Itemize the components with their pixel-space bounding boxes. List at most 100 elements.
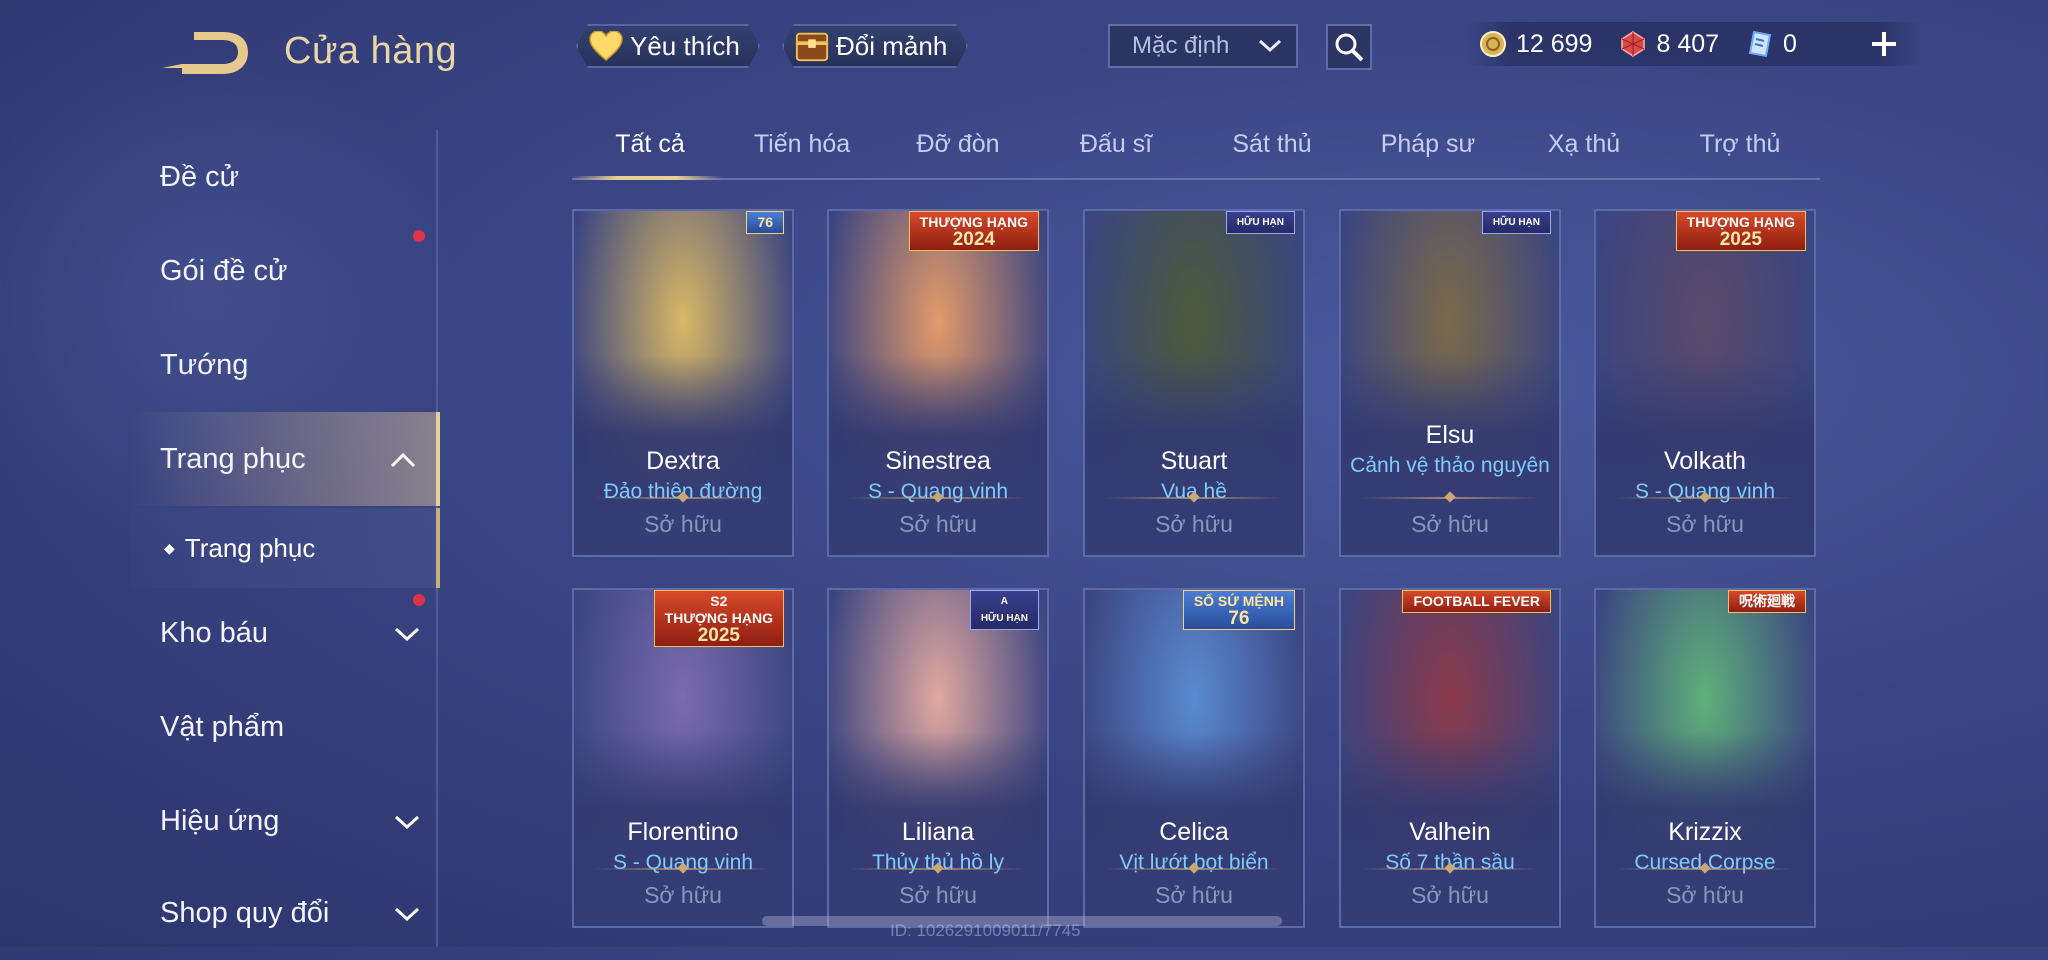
skin-card-celica[interactable]: SỔ SỨ MỆNH76CelicaVịt lướt bọt biểnSở hữ… — [1083, 588, 1305, 928]
skin-card-florentino[interactable]: S2THƯỢNG HẠNG2025FlorentinoS - Quang vin… — [572, 588, 794, 928]
sidebar-item-label: Kho báu — [160, 616, 269, 649]
skin-card-valhein[interactable]: FOOTBALL FEVERValheinSố 7 thần sầuSở hữu — [1339, 588, 1561, 928]
owned-status: Sở hữu — [644, 882, 722, 908]
gold-coin-icon — [1478, 29, 1508, 59]
skin-card-volkath[interactable]: THƯỢNG HẠNG2025VolkathS - Quang vinhSở h… — [1594, 209, 1816, 557]
tab-all[interactable]: Tất cả — [572, 130, 728, 159]
tab-marksman[interactable]: Xạ thủ — [1506, 130, 1662, 159]
sidebar-item-skins[interactable]: Trang phục — [130, 412, 440, 506]
owned-status: Sở hữu — [644, 511, 722, 537]
badge-text: THƯỢNG HẠNG — [919, 214, 1028, 230]
skin-card-sinestrea[interactable]: THƯỢNG HẠNG2024SinestreaS - Quang vinhSở… — [827, 209, 1049, 557]
hero-name: Celica — [1159, 818, 1229, 846]
heart-icon — [588, 28, 624, 64]
owned-status: Sở hữu — [899, 882, 977, 908]
tab-label: Tất cả — [615, 130, 685, 158]
skin-badge: S2 THƯỢNG HẠNG 2025 — [653, 590, 784, 647]
tab-mage[interactable]: Pháp sư — [1350, 130, 1506, 159]
hero-name: Liliana — [901, 818, 975, 846]
tab-label: Sát thủ — [1232, 130, 1312, 158]
sidebar-item-label: Tướng — [160, 348, 249, 381]
add-currency-button[interactable] — [1868, 28, 1900, 60]
sort-value: Mặc định — [1132, 32, 1230, 59]
card-divider — [849, 497, 1027, 499]
card-divider — [1361, 868, 1539, 870]
skin-card-elsu[interactable]: HỮU HẠN Elsu Cảnh vệ thảo nguyên Sở hữu — [1339, 209, 1561, 557]
card-divider — [849, 868, 1027, 870]
badge-year: 76 — [1228, 608, 1250, 629]
skin-card-krizzix[interactable]: 呪術廻戦KrizzixCursed CorpseSở hữu — [1594, 588, 1816, 928]
badge-text: HỮU HẠN — [1492, 217, 1540, 228]
tab-fighter[interactable]: Đấu sĩ — [1038, 130, 1194, 159]
active-tab-underline — [572, 176, 722, 180]
voucher-amount: 0 — [1783, 29, 1797, 58]
owned-status: Sở hữu — [1666, 882, 1744, 908]
tab-evolution[interactable]: Tiến hóa — [724, 130, 880, 159]
skin-card-stuart[interactable]: HỮU HẠNStuartVua hềSở hữu — [1083, 209, 1305, 557]
notification-dot — [413, 594, 425, 606]
plus-icon — [1872, 32, 1896, 56]
sidebar-subitem-skins[interactable]: ◆ Trang phục — [130, 508, 440, 588]
owned-status: Sở hữu — [1155, 511, 1233, 537]
sidebar-item-items[interactable]: Vật phẩm — [130, 680, 440, 774]
tab-label: Trợ thủ — [1699, 130, 1781, 158]
skin-badge: A HỮU HẠN — [969, 590, 1039, 630]
hero-name: Dextra — [646, 447, 720, 475]
badge-text: 76 — [757, 214, 773, 230]
card-divider — [594, 868, 772, 870]
skin-card-dextra[interactable]: 76DextraĐảo thiên đườngSở hữu — [572, 209, 794, 557]
exchange-fragments-button[interactable]: Đổi mảnh — [782, 24, 968, 68]
exchange-label: Đổi mảnh — [836, 30, 948, 61]
owned-status: Sở hữu — [1411, 882, 1489, 908]
tab-tank[interactable]: Đỡ đòn — [880, 130, 1036, 159]
tab-label: Xạ thủ — [1547, 130, 1621, 158]
back-button[interactable] — [160, 30, 250, 76]
player-id: ID: 1026291009011/7745 — [890, 921, 1081, 940]
badge-text: THƯỢNG HẠNG — [1686, 214, 1795, 230]
tab-label: Pháp sư — [1380, 130, 1476, 158]
skin-badge: HỮU HẠN — [1481, 211, 1551, 234]
tab-label: Đấu sĩ — [1079, 130, 1153, 158]
skin-card-liliana[interactable]: AHỮU HẠNLilianaThủy thủ hồ lySở hữu — [827, 588, 1049, 928]
card-divider — [1105, 497, 1283, 499]
favorite-button[interactable]: Yêu thích — [576, 24, 760, 68]
chest-icon — [794, 28, 830, 64]
card-divider — [1616, 497, 1794, 499]
gem-amount: 8 407 — [1656, 29, 1720, 58]
hero-name: Krizzix — [1668, 818, 1742, 846]
sidebar-item-exchange-shop[interactable]: Shop quy đổi — [130, 866, 440, 960]
search-button[interactable] — [1326, 24, 1372, 70]
card-divider — [594, 497, 772, 499]
chevron-up-icon — [390, 443, 416, 476]
card-divider — [1105, 868, 1283, 870]
chevron-down-icon — [394, 617, 420, 650]
back-arrow-icon — [162, 32, 248, 74]
chevron-down-icon — [394, 805, 420, 838]
owned-status: Sở hữu — [1411, 511, 1489, 537]
sidebar-item-recommended-packs[interactable]: Gói đề cử — [130, 224, 440, 318]
skin-badge: HỮU HẠN — [1225, 211, 1295, 234]
sort-dropdown[interactable]: Mặc định — [1108, 24, 1298, 68]
diamond-bullet-icon: ◆ — [164, 539, 175, 556]
sidebar-item-treasure[interactable]: Kho báu — [130, 586, 440, 680]
hero-name: Florentino — [627, 818, 739, 846]
tab-assassin[interactable]: Sát thủ — [1194, 130, 1350, 159]
sidebar-item-effects[interactable]: Hiệu ứng — [130, 774, 440, 868]
tab-support[interactable]: Trợ thủ — [1662, 130, 1818, 159]
badge-text: S2 — [710, 593, 728, 609]
page-title: Cửa hàng — [284, 30, 458, 72]
sidebar-item-recommended[interactable]: Đề cử — [130, 130, 440, 224]
skin-badge: 76 — [746, 211, 784, 234]
currency-bar: 12 699 8 407 0 — [1466, 22, 1922, 66]
card-divider — [1361, 497, 1539, 499]
skin-badge: THƯỢNG HẠNG 2025 — [1675, 211, 1806, 251]
sidebar-item-label: Đề cử — [160, 160, 240, 193]
sidebar-subitem-label: Trang phục — [184, 532, 316, 563]
badge-text: A — [1000, 596, 1009, 607]
badge-year: 2024 — [952, 229, 995, 250]
red-gem-icon — [1618, 29, 1648, 59]
badge-subtext: HỮU HẠN — [980, 613, 1028, 624]
card-divider — [1616, 868, 1794, 870]
badge-text: HỮU HẠN — [1236, 217, 1284, 228]
sidebar-item-heroes[interactable]: Tướng — [130, 318, 440, 412]
